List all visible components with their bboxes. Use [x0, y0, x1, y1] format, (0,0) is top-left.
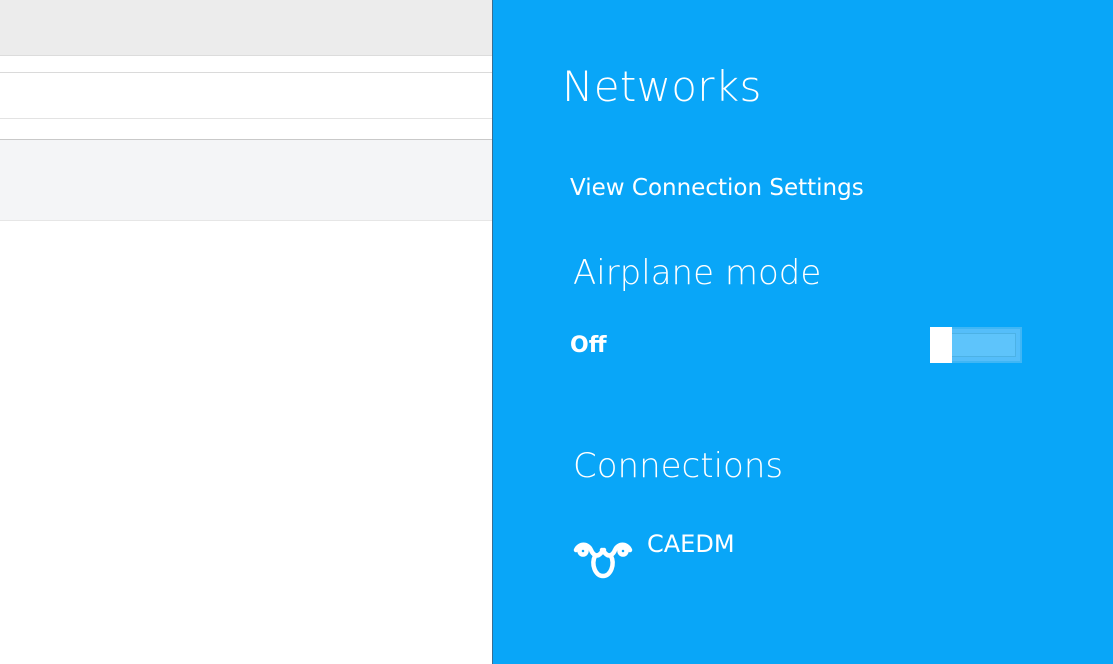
- background-app-window: [0, 0, 492, 664]
- connection-item-caedm[interactable]: CAEDM: [571, 530, 871, 582]
- background-divider: [0, 118, 492, 119]
- wifi-network-icon: [573, 536, 633, 582]
- airplane-mode-heading: Airplane mode: [573, 253, 822, 293]
- connections-heading: Connections: [573, 446, 784, 486]
- airplane-mode-toggle[interactable]: [930, 327, 1022, 363]
- view-connection-settings-link[interactable]: View Connection Settings: [570, 175, 864, 201]
- connection-name: CAEDM: [647, 530, 735, 558]
- networks-panel: Networks View Connection Settings Airpla…: [492, 0, 1113, 664]
- background-header-band: [0, 139, 492, 221]
- background-divider: [0, 72, 492, 73]
- airplane-mode-state-label: Off: [570, 333, 607, 358]
- toggle-thumb[interactable]: [930, 327, 952, 363]
- panel-title: Networks: [562, 62, 762, 111]
- background-toolbar: [0, 0, 492, 56]
